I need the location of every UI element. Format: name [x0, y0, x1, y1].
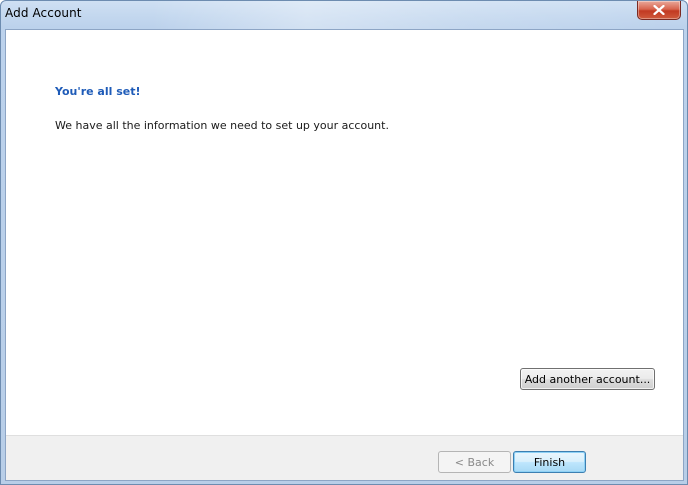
back-button[interactable]: < Back	[438, 451, 511, 473]
finish-button[interactable]: Finish	[513, 451, 586, 473]
titlebar-glare	[151, 1, 671, 29]
close-button[interactable]	[637, 1, 681, 20]
dialog-footer: < Back Finish	[6, 435, 683, 480]
page-heading: You're all set!	[55, 85, 141, 98]
add-account-dialog: Add Account You're all set! We have all …	[0, 0, 688, 485]
dialog-content: You're all set! We have all the informat…	[6, 30, 683, 435]
info-message: We have all the information we need to s…	[55, 119, 389, 132]
window-title: Add Account	[5, 6, 82, 20]
close-icon	[653, 5, 665, 15]
add-another-account-button[interactable]: Add another account...	[520, 368, 655, 390]
dialog-client-area: You're all set! We have all the informat…	[5, 29, 684, 481]
